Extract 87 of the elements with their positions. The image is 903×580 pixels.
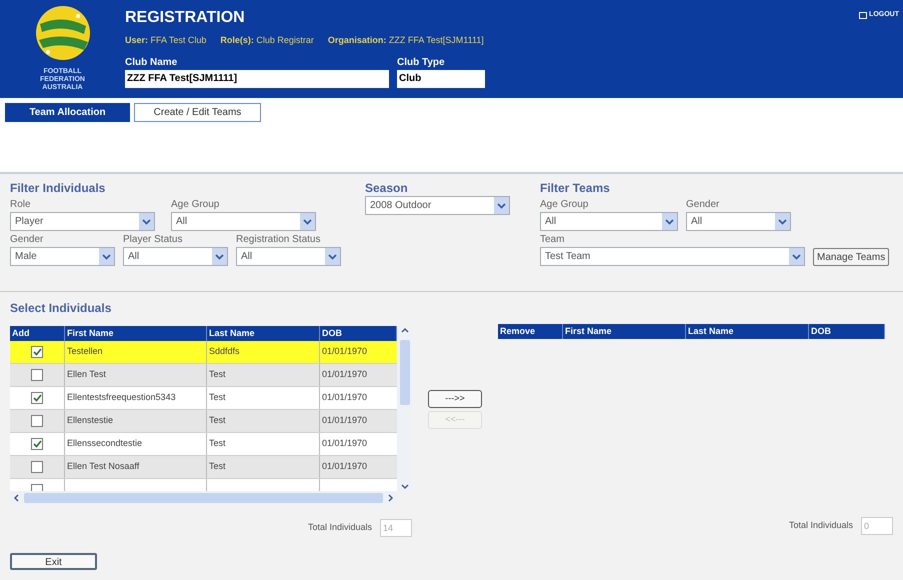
table-cell-text: 01/01/1970 [321, 460, 368, 474]
table-cell-text: Ellen Test Nosaaff [66, 460, 140, 474]
table-cell-text: 01/01/1970 [321, 437, 368, 450]
field-label: Player Status [123, 233, 184, 247]
checkbox[interactable] [31, 392, 43, 404]
chevron-down-icon [662, 213, 677, 230]
dropdown[interactable]: Test Team [540, 247, 805, 266]
chevron-down-icon [325, 248, 340, 265]
chevron-down-icon [99, 248, 114, 265]
chevron-down-icon [212, 248, 227, 265]
dropdown[interactable]: All [540, 212, 678, 231]
dropdown[interactable]: All [171, 212, 316, 231]
dropdown[interactable]: All [686, 212, 791, 231]
field-label: Age Group [540, 198, 590, 212]
scroll-down-icon [400, 483, 408, 491]
section-heading: Filter Individuals [10, 180, 106, 196]
section-heading: Season [365, 180, 409, 196]
table-cell-text: Ellentestsfreequestion5343 [66, 391, 177, 404]
checkbox[interactable] [31, 438, 43, 450]
field-label: Club Type [397, 56, 446, 70]
table-cell-text: Test [208, 391, 227, 404]
table-cell-text: 01/01/1970 [321, 345, 368, 358]
scroll-left-icon [12, 494, 20, 502]
field-label: Age Group [171, 198, 220, 212]
chevron-down-icon [789, 248, 804, 265]
table-row[interactable]: Testellen Sddfdfs 01/01/1970 [10, 341, 397, 364]
field-label: Club Name [125, 56, 178, 70]
table-cell-text: Ellenstestie [66, 414, 114, 428]
horizontal-scrollbar[interactable] [10, 491, 397, 505]
scroll-right-icon [387, 494, 395, 502]
table-cell-text: Testellen [66, 345, 104, 358]
move-button[interactable]: --->> [428, 390, 482, 408]
chevron-down-icon [300, 213, 315, 230]
tab[interactable]: Create / Edit Teams [134, 103, 261, 122]
total-label: Total Individuals [788, 519, 853, 532]
column-header: Last Name [686, 324, 809, 339]
manage-teams-button[interactable]: Manage Teams [813, 248, 890, 266]
table-row[interactable]: Ellenstestie Test 01/01/1970 [10, 410, 397, 433]
chevron-down-icon [139, 213, 154, 230]
scroll-up-icon [400, 326, 408, 334]
user-info-text: Role(s): Club Registrar [220, 34, 314, 47]
chevron-down-icon [494, 197, 509, 214]
table-cell-text: 01/01/1970 [321, 368, 368, 382]
exit-button[interactable]: Exit [10, 553, 97, 570]
table-cell-text: Ellenssecondtestie [66, 437, 144, 450]
page-title: REGISTRATION [125, 8, 245, 28]
vertical-scrollbar[interactable] [397, 326, 412, 491]
text-field[interactable]: ZZZ FFA Test[SJM1111] [125, 70, 389, 88]
total-label: Total Individuals [308, 521, 372, 534]
dropdown[interactable]: Male [10, 247, 115, 266]
dropdown[interactable]: 2008 Outdoor [365, 196, 510, 215]
table-row[interactable]: Ellentestsfreequestion5343 Test 01/01/1970 [10, 387, 397, 410]
field-label: Gender [10, 233, 44, 247]
table-row[interactable]: Ellenssecondtestie Test 01/01/1970 [10, 433, 397, 456]
checkbox[interactable] [31, 346, 43, 358]
table-row[interactable]: Ellen Test Test 01/01/1970 [10, 364, 397, 387]
table-row[interactable]: Ellen Test Nosaaff Test 01/01/1970 [10, 456, 397, 479]
tab[interactable]: Team Allocation [5, 103, 130, 122]
field-label: Team [540, 233, 566, 247]
dropdown[interactable]: Player [10, 212, 155, 231]
dropdown[interactable]: All [123, 247, 228, 266]
table-cell-text: Test [208, 437, 227, 450]
field-label: Role [10, 198, 32, 212]
table-cell-text: Test [208, 460, 227, 474]
checkbox[interactable] [31, 369, 43, 381]
text-field[interactable]: Club [397, 70, 485, 88]
user-info-text: User: FFA Test Club [125, 34, 206, 47]
checkbox[interactable] [31, 461, 43, 473]
section-heading: Filter Teams [540, 180, 611, 196]
table-cell-text: 01/01/1970 [321, 414, 368, 428]
section-heading: Select Individuals [10, 300, 112, 316]
dropdown[interactable]: All [236, 247, 341, 266]
table-cell-text: Test [208, 414, 227, 428]
door-icon [859, 12, 868, 18]
column-header: First Name [563, 324, 686, 339]
table-cell-text: Test [208, 368, 227, 382]
chevron-down-icon [775, 213, 790, 230]
table-cell-text: Ellen Test [66, 368, 107, 382]
user-info-text: Organisation: ZZZ FFA Test[SJM1111] [328, 34, 484, 47]
column-header: Remove [498, 324, 563, 339]
table-cell-text: 01/01/1970 [321, 391, 368, 404]
checkbox[interactable] [31, 415, 43, 427]
ball-logo-icon [34, 4, 92, 62]
field-label: Registration Status [236, 233, 322, 247]
column-header: DOB [809, 324, 885, 339]
field-label: Gender [686, 198, 720, 212]
table-cell-text: Sddfdfs [208, 345, 241, 358]
